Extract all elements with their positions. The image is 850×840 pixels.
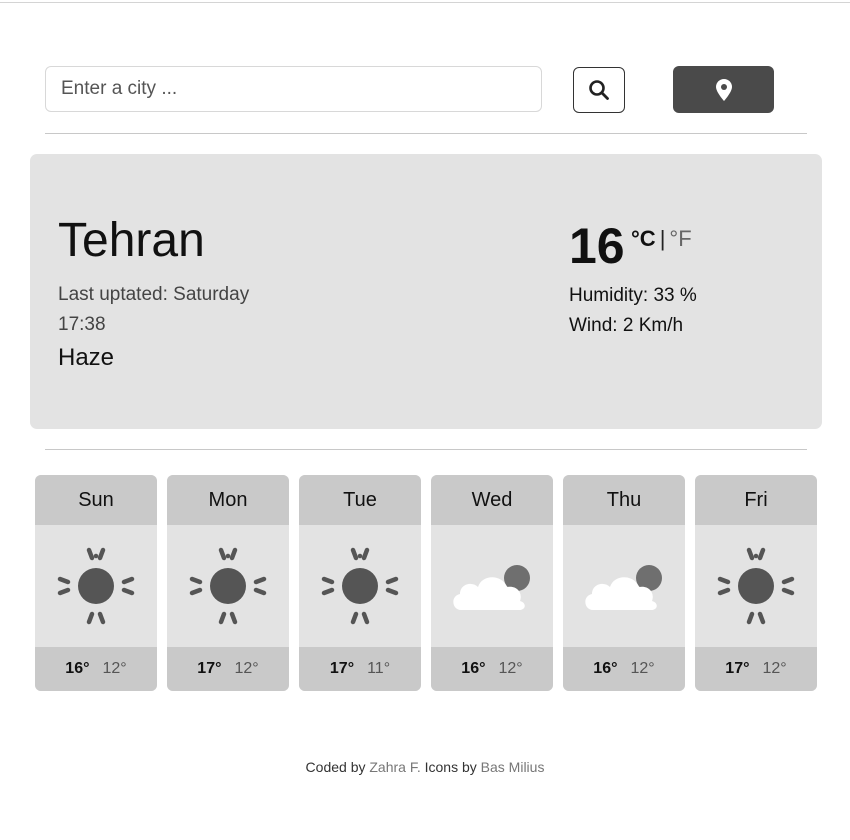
divider	[45, 133, 807, 134]
forecast-day: Sun 16° 12°	[35, 475, 157, 691]
footer: Coded by Zahra F. Icons by Bas Milius	[0, 759, 850, 775]
max-temperature: 17°	[329, 660, 355, 677]
max-temperature: 17°	[725, 660, 750, 677]
max-temperature: 16°	[65, 660, 90, 677]
coded-by-text: Coded by	[305, 759, 366, 775]
icons-by-text: Icons by	[424, 759, 477, 775]
divider	[45, 449, 807, 450]
wind-speed: Wind: 2 Km/h	[569, 315, 684, 336]
celsius-toggle[interactable]: °C	[631, 226, 656, 251]
last-updated: Last uptated: Saturday 17:38	[58, 284, 250, 335]
top-divider	[0, 2, 850, 3]
humidity: Humidity: 33 %	[569, 285, 697, 306]
max-temperature: 16°	[461, 660, 486, 677]
min-temperature: 12°	[234, 660, 259, 677]
cloud-icon	[453, 565, 530, 610]
cloud-icon	[585, 565, 662, 610]
current-weather-card: Tehran Last uptated: Saturday 17:38 Haze…	[30, 154, 822, 429]
day-name: Mon	[167, 475, 289, 525]
sun-icon	[711, 541, 801, 631]
city-search-input[interactable]	[45, 66, 542, 112]
current-temperature: 16	[569, 218, 625, 274]
sun-icon	[183, 541, 273, 631]
map-pin-icon	[715, 78, 732, 101]
min-temperature: 11°	[367, 660, 391, 677]
sun-icon	[51, 541, 141, 631]
fahrenheit-toggle[interactable]: °F	[669, 226, 691, 251]
current-location-button[interactable]	[673, 66, 774, 113]
max-temperature: 17°	[197, 660, 222, 677]
forecast-day: Thu 16° 12°	[563, 475, 685, 691]
day-name: Wed	[431, 475, 553, 525]
forecast-day: Tue 17° 11°	[299, 475, 421, 691]
forecast-day: Fri 17° 12°	[695, 475, 817, 691]
haze-icon	[359, 262, 487, 321]
day-name: Thu	[563, 475, 685, 525]
city-name: Tehran	[58, 214, 205, 267]
unit-separator: |	[659, 226, 666, 251]
min-temperature: 12°	[630, 660, 655, 677]
author-link[interactable]: Zahra F.	[369, 759, 420, 775]
weather-condition: Haze	[58, 344, 115, 371]
search-icon	[589, 80, 609, 100]
forecast-day: Wed 16° 12°	[431, 475, 553, 691]
day-name: Sun	[35, 475, 157, 525]
min-temperature: 12°	[498, 660, 523, 677]
min-temperature: 12°	[762, 660, 787, 677]
forecast-day: Mon 17° 12°	[167, 475, 289, 691]
min-temperature: 12°	[102, 660, 127, 677]
max-temperature: 16°	[593, 660, 618, 677]
search-button[interactable]	[573, 67, 625, 113]
sun-icon	[315, 541, 405, 631]
day-name: Fri	[695, 475, 817, 525]
day-name: Tue	[299, 475, 421, 525]
icon-author-link[interactable]: Bas Milius	[481, 759, 545, 775]
unit-switch: °C | °F	[631, 226, 692, 252]
